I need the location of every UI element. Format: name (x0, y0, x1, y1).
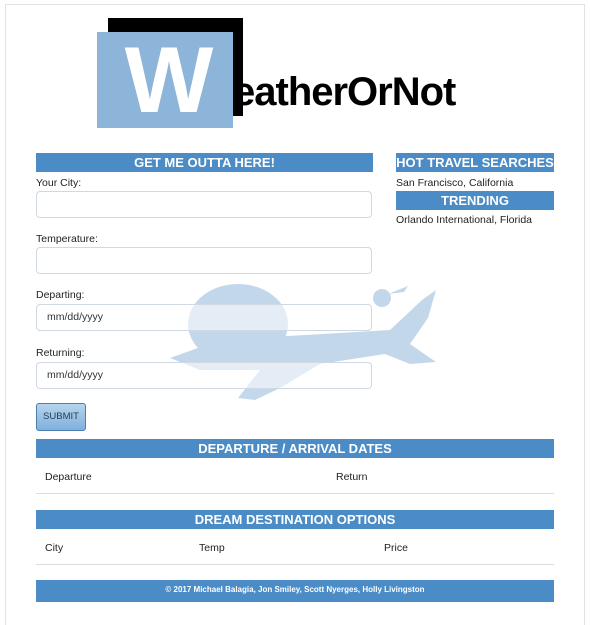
dates-table-header-row: Departure Return (36, 462, 554, 494)
logo-big-w: W (124, 27, 214, 132)
footer-credits: © 2017 Michael Balagia, Jon Smiley, Scot… (36, 580, 554, 602)
departing-label: Departing: (36, 289, 85, 301)
city-column-header: City (45, 542, 64, 554)
form-heading: GET ME OUTTA HERE! (36, 153, 373, 172)
airplane-watermark-icon (170, 284, 436, 400)
logo-wordmark: eatherOrNot (233, 70, 456, 114)
temperature-label: Temperature: (36, 233, 98, 245)
dates-table-heading: DEPARTURE / ARRIVAL DATES (36, 439, 554, 458)
returning-date-input[interactable]: mm/dd/yyyy (36, 362, 372, 389)
hot-search-item[interactable]: San Francisco, California (396, 177, 513, 189)
weatherornot-logo: W eatherOrNot (97, 18, 517, 130)
dream-table-header-row: City Temp Price (36, 533, 554, 565)
departure-column-header: Departure (45, 471, 92, 483)
return-column-header: Return (336, 471, 368, 483)
dream-table-heading: DREAM DESTINATION OPTIONS (36, 510, 554, 529)
temperature-input[interactable] (36, 247, 372, 274)
submit-button[interactable]: SUBMIT (36, 403, 86, 431)
returning-label: Returning: (36, 347, 85, 359)
city-input[interactable] (36, 191, 372, 218)
city-label: Your City: (36, 177, 82, 189)
temp-column-header: Temp (199, 542, 225, 554)
price-column-header: Price (384, 542, 408, 554)
hot-searches-heading: HOT TRAVEL SEARCHES (396, 153, 554, 172)
trending-heading: TRENDING DESTINATIONS (396, 191, 554, 227)
departing-date-input[interactable]: mm/dd/yyyy (36, 304, 372, 331)
trending-item[interactable]: Orlando International, Florida (396, 214, 532, 226)
